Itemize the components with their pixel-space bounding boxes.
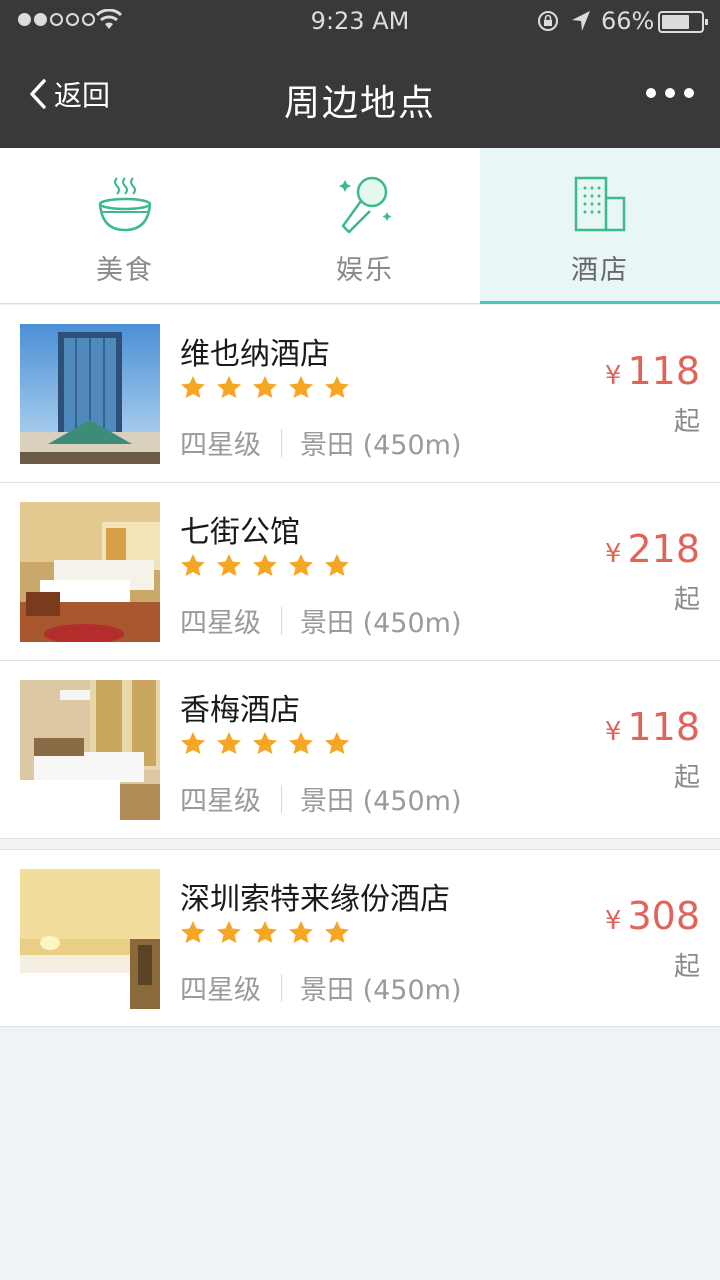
hotel-meta: 四星级 景田 (450m)	[180, 968, 462, 1007]
hotel-name: 深圳索特来缘份酒店	[180, 882, 450, 917]
hotel-meta: 四星级 景田 (450m)	[180, 601, 462, 640]
dot-icon	[684, 88, 694, 98]
price-suffix: 起	[673, 585, 700, 615]
price-value: 308	[627, 894, 700, 938]
price-value: 218	[627, 527, 700, 571]
star-rating	[180, 375, 350, 399]
navigation-bar: 返回 周边地点	[0, 44, 720, 148]
rotation-lock-icon	[538, 11, 558, 31]
currency-symbol: ¥	[604, 906, 622, 936]
currency-symbol: ¥	[604, 717, 622, 747]
divider	[281, 784, 282, 813]
star-icon	[325, 554, 349, 576]
price-suffix: 起	[673, 952, 700, 982]
star-icon	[217, 921, 241, 943]
location-arrow-icon	[572, 11, 590, 31]
battery-icon	[658, 11, 708, 33]
hotel-level: 四星级	[180, 975, 261, 1006]
star-icon	[325, 921, 349, 943]
star-icon	[253, 376, 277, 398]
category-tabs: 美食 娱乐 酒店	[0, 148, 720, 304]
star-icon	[217, 376, 241, 398]
hotel-location: 景田 (450m)	[300, 608, 462, 639]
hotel-name: 七街公馆	[180, 515, 300, 550]
tab-food[interactable]: 美食	[0, 148, 250, 304]
star-icon	[181, 732, 205, 754]
hotel-price: ¥118	[605, 349, 700, 393]
list-item[interactable]: 香梅酒店 四星级 景田 (450m) ¥118 起	[0, 661, 720, 839]
price-suffix: 起	[673, 407, 700, 437]
star-icon	[217, 732, 241, 754]
tab-hotel[interactable]: 酒店	[480, 148, 720, 304]
star-icon	[325, 376, 349, 398]
star-icon	[181, 554, 205, 576]
more-menu-button[interactable]	[646, 88, 694, 98]
top-bar: 9:23 AM 66% 返回 周边地点	[0, 0, 720, 148]
divider	[281, 428, 282, 457]
hotel-level: 四星级	[180, 430, 261, 461]
star-icon	[253, 732, 277, 754]
star-icon	[181, 376, 205, 398]
price-value: 118	[627, 349, 700, 393]
star-rating	[180, 553, 350, 577]
currency-symbol: ¥	[604, 539, 622, 569]
star-rating	[180, 731, 350, 755]
price-value: 118	[627, 705, 700, 749]
bowl-icon	[98, 177, 152, 232]
hotel-photo	[20, 680, 160, 820]
tab-label: 美食	[96, 255, 154, 286]
hotel-location: 景田 (450m)	[300, 430, 462, 461]
divider	[281, 973, 282, 1002]
star-icon	[289, 376, 313, 398]
divider	[281, 606, 282, 635]
hotel-level: 四星级	[180, 786, 261, 817]
hotel-price: ¥218	[605, 527, 700, 571]
tab-entertainment[interactable]: 娱乐	[250, 148, 480, 304]
dot-icon	[646, 88, 656, 98]
hotel-price: ¥118	[605, 705, 700, 749]
star-icon	[289, 554, 313, 576]
list-item[interactable]: 维也纳酒店 四星级 景田 (450m) ¥118 起	[0, 305, 720, 483]
star-icon	[325, 732, 349, 754]
tab-label: 酒店	[571, 255, 629, 286]
hotel-location: 景田 (450m)	[300, 786, 462, 817]
price-suffix: 起	[673, 763, 700, 793]
star-icon	[253, 554, 277, 576]
star-icon	[253, 921, 277, 943]
star-icon	[289, 921, 313, 943]
list-item[interactable]: 深圳索特来缘份酒店 四星级 景田 (450m) ¥308 起	[0, 849, 720, 1027]
star-icon	[289, 732, 313, 754]
star-icon	[217, 554, 241, 576]
hotel-photo	[20, 869, 160, 1009]
hotel-meta: 四星级 景田 (450m)	[180, 779, 462, 818]
building-icon	[574, 176, 626, 232]
status-bar: 9:23 AM 66%	[0, 0, 720, 44]
hotel-photo	[20, 324, 160, 464]
dot-icon	[665, 88, 675, 98]
hotel-name: 维也纳酒店	[180, 337, 330, 372]
tab-label: 娱乐	[336, 255, 394, 286]
hotel-name: 香梅酒店	[180, 693, 300, 728]
hotel-location: 景田 (450m)	[300, 975, 462, 1006]
currency-symbol: ¥	[604, 361, 622, 391]
star-rating	[180, 920, 350, 944]
star-icon	[181, 921, 205, 943]
list-item[interactable]: 七街公馆 四星级 景田 (450m) ¥218 起	[0, 483, 720, 661]
hotel-price: ¥308	[605, 894, 700, 938]
hotel-list: 维也纳酒店 四星级 景田 (450m) ¥118 起 七街公馆 四星级 景田 (…	[0, 305, 720, 1027]
hotel-meta: 四星级 景田 (450m)	[180, 423, 462, 462]
microphone-icon	[339, 176, 392, 234]
battery-percent: 66%	[601, 7, 655, 35]
hotel-photo	[20, 502, 160, 642]
hotel-level: 四星级	[180, 608, 261, 639]
page-title: 周边地点	[283, 83, 436, 124]
